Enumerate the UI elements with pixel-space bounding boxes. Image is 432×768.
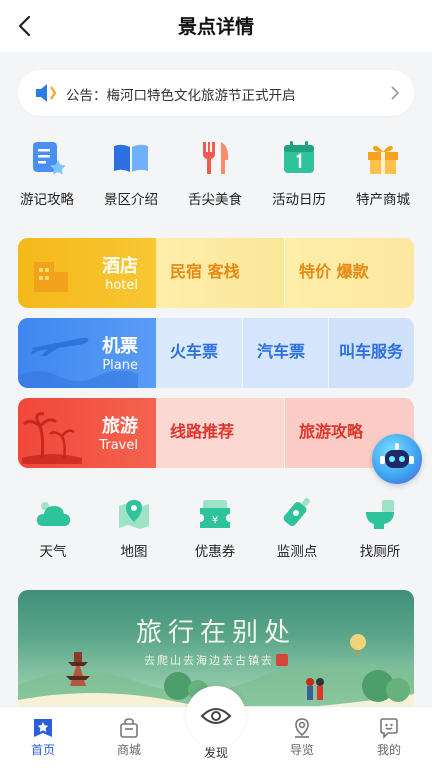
tool-label: 地图 xyxy=(120,544,148,560)
travel-subtitle: Travel xyxy=(99,438,138,453)
home-star-icon xyxy=(34,719,52,737)
bnb-inn-label: 民宿 客栈 xyxy=(170,262,240,281)
tab-label: 导览 xyxy=(289,743,314,757)
travel-notes-icon xyxy=(33,142,66,175)
travel-button[interactable]: 旅游 Travel xyxy=(18,398,156,468)
tool-monitor-points[interactable]: 监测点 xyxy=(262,496,332,560)
eye-icon xyxy=(200,708,232,724)
calendar-icon xyxy=(284,141,314,173)
banner-subtitle-wrap: 去爬山去海边去古镇去 xyxy=(18,652,414,668)
hotel-subtitle: hotel xyxy=(105,278,138,293)
travel-guide-label: 旅游攻略 xyxy=(299,422,364,441)
svg-text:¥: ¥ xyxy=(212,515,218,526)
palm-tree-icon xyxy=(22,412,82,464)
banner-subtitle: 去爬山去海边去古镇去 xyxy=(144,654,274,667)
seal-stamp xyxy=(276,654,288,666)
bus-ticket-label: 汽车票 xyxy=(257,342,306,361)
coupon-icon: ¥ xyxy=(200,500,230,528)
chevron-right-icon xyxy=(391,86,400,100)
tool-find-toilet[interactable]: 找厕所 xyxy=(345,496,415,560)
profile-icon xyxy=(380,718,398,739)
tool-label: 优惠券 xyxy=(194,544,236,560)
tab-discover[interactable] xyxy=(186,686,246,746)
tool-label: 监测点 xyxy=(276,544,318,560)
tab-mine[interactable]: 我的 xyxy=(346,707,432,768)
travel-section: 旅游 Travel 线路推荐 旅游攻略 xyxy=(18,398,414,468)
building-icon xyxy=(34,262,68,292)
bnb-inn-button[interactable]: 民宿 客栈 xyxy=(156,238,284,308)
tab-discover-label: 发现 xyxy=(203,746,228,760)
book-icon xyxy=(114,144,148,172)
fork-knife-icon xyxy=(203,142,229,174)
quick-link-label: 景区介绍 xyxy=(104,192,158,208)
location-icon xyxy=(295,718,309,738)
route-recommend-label: 线路推荐 xyxy=(170,422,235,441)
top-header: 景点详情 xyxy=(0,0,432,52)
airplane-icon xyxy=(31,337,89,356)
tools-row: 天气 地图 ¥ 优惠券 监测点 找厕所 xyxy=(0,496,432,566)
ai-assistant-button[interactable] xyxy=(372,434,422,484)
announcement-bar[interactable]: 公告：梅河口特色文化旅游节正式开启 xyxy=(18,70,414,116)
tab-mall[interactable]: 商城 xyxy=(86,707,172,768)
quick-link-label: 特产商城 xyxy=(356,192,410,208)
tab-label: 商城 xyxy=(116,743,141,757)
quick-link-label: 舌尖美食 xyxy=(188,192,242,208)
robot-icon xyxy=(380,443,414,468)
quick-link-scenic-intro[interactable]: 景区介绍 xyxy=(96,138,166,208)
quick-link-label: 活动日历 xyxy=(272,192,326,208)
taxi-service-button[interactable]: 叫车服务 xyxy=(328,318,414,388)
quick-link-label: 游记攻略 xyxy=(20,192,74,208)
bus-ticket-button[interactable]: 汽车票 xyxy=(242,318,328,388)
quick-link-food[interactable]: 舌尖美食 xyxy=(180,138,250,208)
special-deals-label: 特价 爆款 xyxy=(299,262,369,281)
tool-map[interactable]: 地图 xyxy=(99,496,169,560)
announcement-text: 公告：梅河口特色文化旅游节正式开启 xyxy=(66,88,296,104)
speaker-icon xyxy=(36,84,57,102)
shopping-bag-icon xyxy=(120,718,138,738)
tool-label: 找厕所 xyxy=(359,544,401,560)
tab-label: 我的 xyxy=(376,743,401,757)
hotel-title: 酒店 xyxy=(102,256,138,277)
route-recommend-button[interactable]: 线路推荐 xyxy=(156,398,284,468)
cloud-icon xyxy=(37,502,70,526)
train-ticket-button[interactable]: 火车票 xyxy=(156,318,242,388)
taxi-service-label: 叫车服务 xyxy=(339,342,404,361)
banner-title: 旅行在别处 xyxy=(135,618,296,648)
hotel-button[interactable]: 酒店 hotel xyxy=(18,238,156,308)
quick-link-specialty-mall[interactable]: 特产商城 xyxy=(348,138,418,208)
special-deals-button[interactable]: 特价 爆款 xyxy=(284,238,414,308)
sensor-icon xyxy=(283,497,311,527)
quick-link-calendar[interactable]: 活动日历 xyxy=(264,138,334,208)
hotel-section: 酒店 hotel 民宿 客栈 特价 爆款 xyxy=(18,238,414,308)
map-pin-icon xyxy=(119,500,149,529)
tool-label: 天气 xyxy=(39,544,67,560)
travel-title: 旅游 xyxy=(102,416,138,437)
page-title: 景点详情 xyxy=(177,16,254,38)
tab-home[interactable]: 首页 xyxy=(0,707,86,768)
tool-weather[interactable]: 天气 xyxy=(18,496,88,560)
flight-subtitle: Plane xyxy=(102,358,138,373)
quick-links: 游记攻略 景区介绍 舌尖美食 活动日历 特产商城 xyxy=(0,138,432,218)
gift-icon xyxy=(368,145,398,174)
tool-coupon[interactable]: ¥ 优惠券 xyxy=(180,496,250,560)
flight-button[interactable]: 机票 Plane xyxy=(18,318,156,388)
tab-guide[interactable]: 导览 xyxy=(259,707,345,768)
toilet-icon xyxy=(366,500,394,529)
quick-link-travel-notes[interactable]: 游记攻略 xyxy=(12,138,82,208)
train-ticket-label: 火车票 xyxy=(170,342,219,361)
flight-title: 机票 xyxy=(102,336,138,357)
tab-label: 首页 xyxy=(30,743,55,757)
ticket-section: 机票 Plane 火车票 汽车票 叫车服务 xyxy=(18,318,414,388)
